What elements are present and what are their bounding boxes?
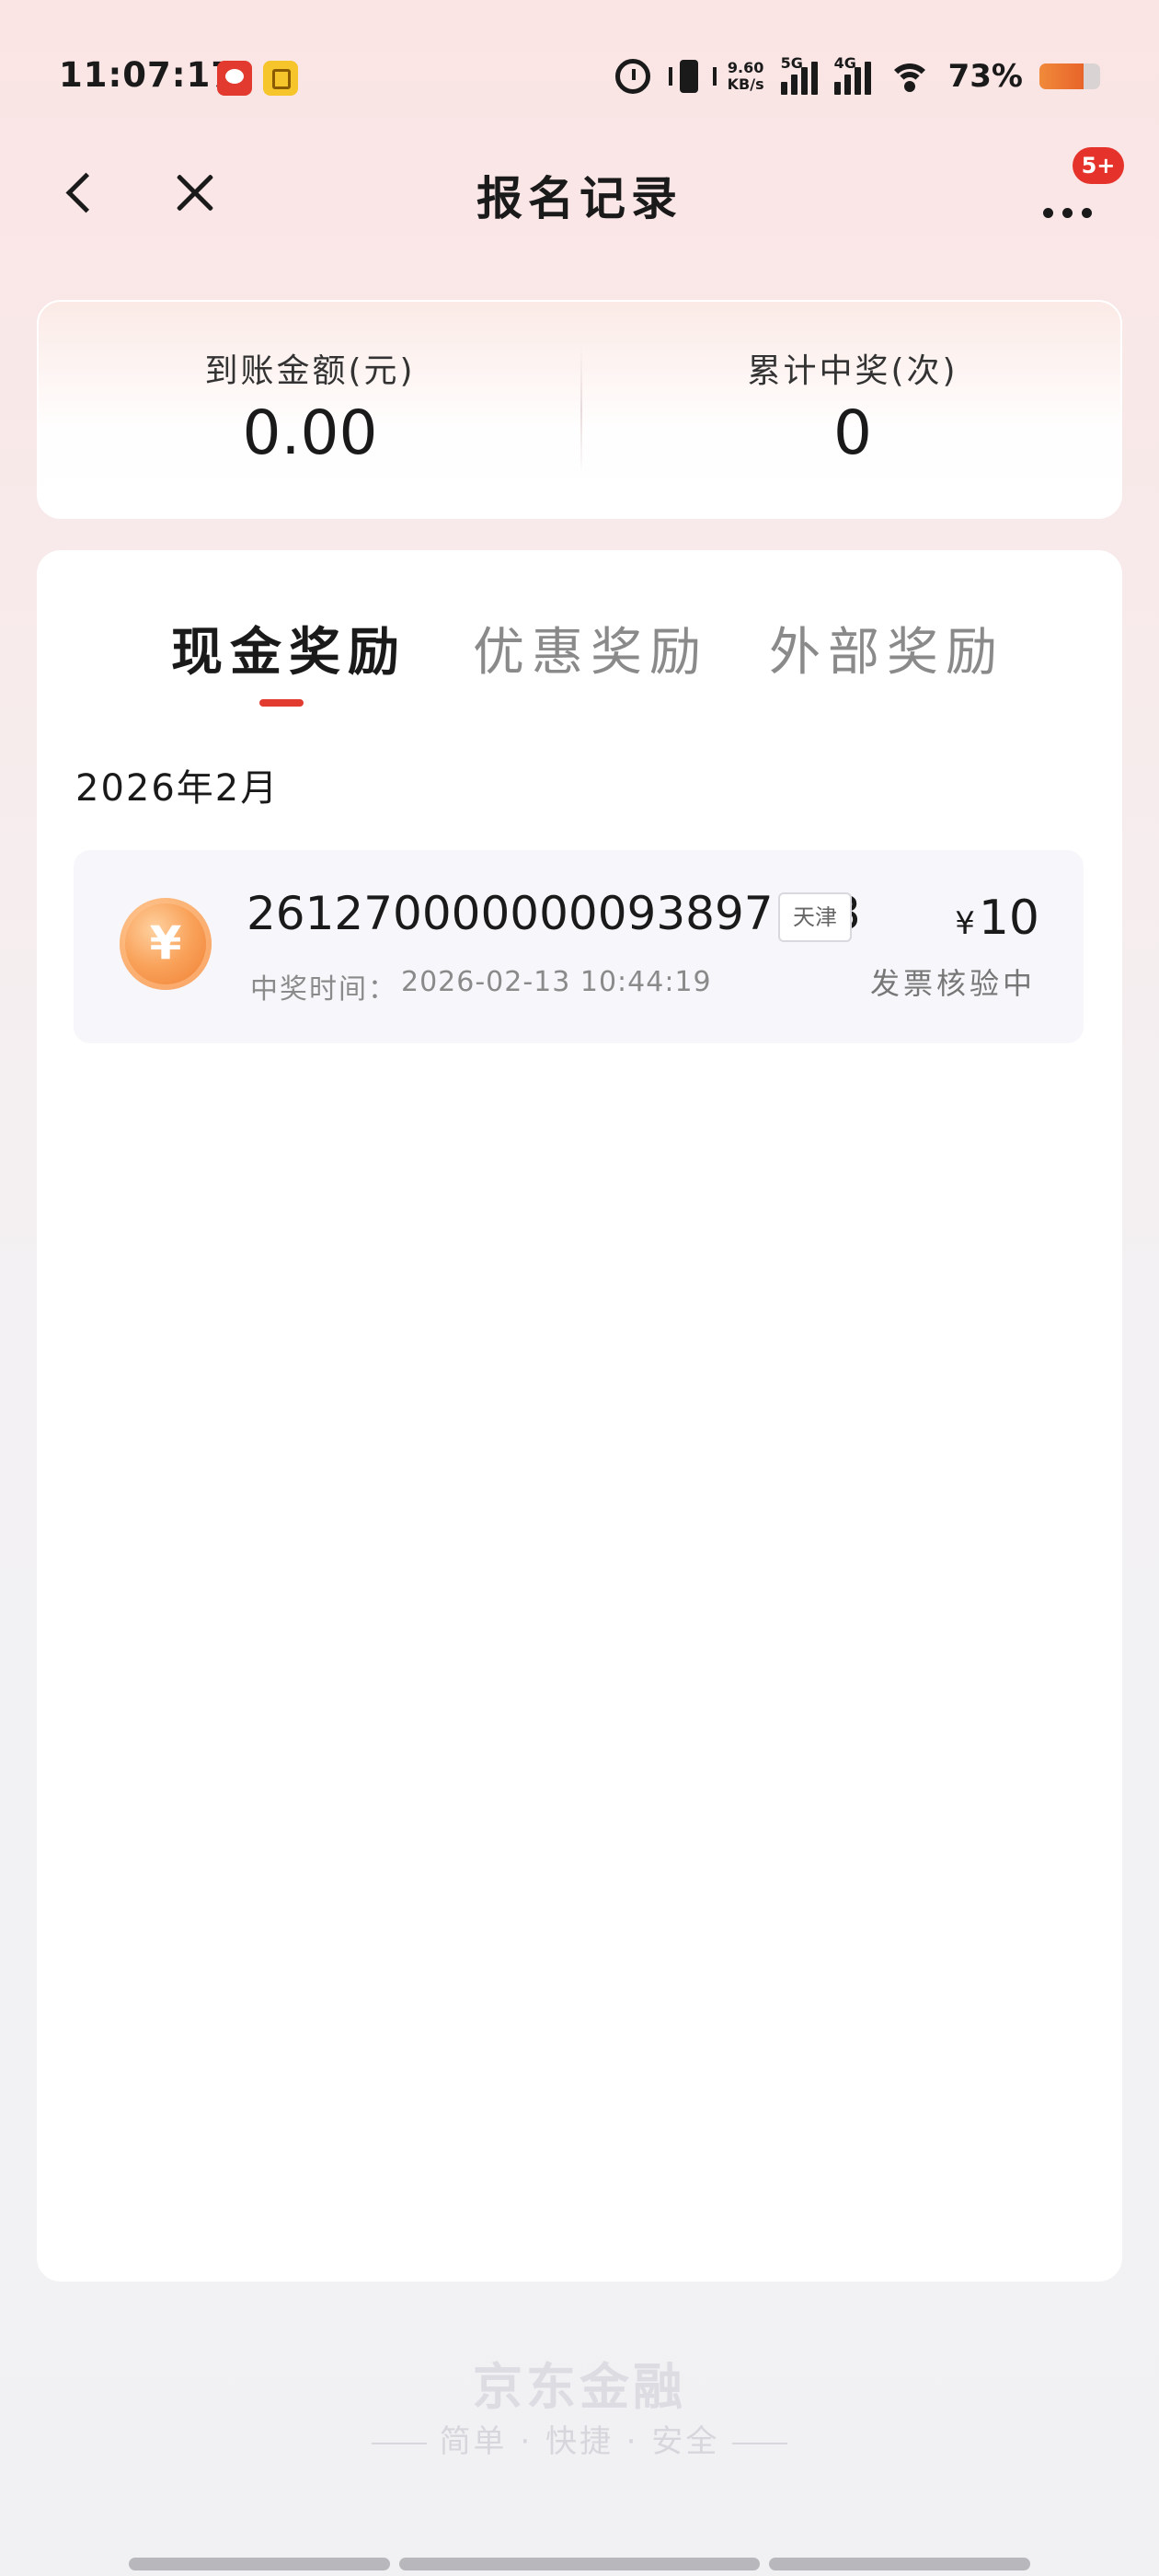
- amount-summary: 到账金额(元) 0.00: [39, 302, 581, 521]
- tab-coupon-rewards[interactable]: 优惠奖励: [473, 611, 708, 685]
- network-speed-value: 9.60: [727, 59, 764, 76]
- signal-5g-icon: 5G: [780, 54, 818, 95]
- wins-label: 累计中奖(次): [747, 352, 958, 390]
- clipboard-notification-icon: [263, 61, 298, 96]
- region-tag: 天津: [778, 892, 852, 942]
- summary-card: 到账金额(元) 0.00 累计中奖(次) 0: [37, 300, 1122, 519]
- page-title: 报名记录: [476, 172, 683, 225]
- alarm-icon: [614, 59, 650, 94]
- slogan-left-arrow-icon: [371, 2442, 427, 2444]
- coin-symbol: ¥: [149, 916, 182, 970]
- signal-5g-label: 5G: [780, 54, 803, 72]
- slogan-text: 简单 · 快捷 · 安全: [439, 2423, 720, 2460]
- system-nav-segment-left[interactable]: [129, 2558, 390, 2570]
- signal-4g-label: 4G: [833, 54, 856, 72]
- amount-number: 10: [978, 891, 1039, 946]
- wins-value: 0: [833, 397, 872, 468]
- coin-icon: ¥: [120, 898, 212, 990]
- amount-value: 0.00: [242, 397, 378, 468]
- wins-summary: 累计中奖(次) 0: [581, 302, 1124, 521]
- currency-symbol: ¥: [955, 905, 975, 942]
- notification-badge: 5+: [1073, 147, 1124, 184]
- month-header: 2026年2月: [75, 767, 280, 810]
- network-speed: 9.60 KB/s: [728, 60, 764, 93]
- brand-logo-text: 京东金融: [473, 2358, 686, 2416]
- record-status: 发票核验中: [869, 966, 1036, 1001]
- list-item[interactable]: ¥ 261270000000093897173 天津 中奖时间： 2026-02…: [74, 850, 1084, 1043]
- status-bar: 11:07:17 9.60 KB/s 5G 4G 73%: [0, 0, 1159, 156]
- brand-slogan: 简单 · 快捷 · 安全: [0, 2416, 1159, 2461]
- system-nav-segment-center[interactable]: [399, 2558, 760, 2570]
- reward-tabs: 现金奖励 优惠奖励 外部奖励: [37, 611, 1122, 721]
- amount-label: 到账金额(元): [204, 352, 416, 390]
- battery-icon: [1039, 63, 1100, 89]
- vibrate-icon: [667, 58, 717, 95]
- record-id: 261270000000093897173: [247, 887, 862, 940]
- signal-4g-icon: 4G: [833, 54, 871, 95]
- network-speed-unit: KB/s: [727, 75, 764, 93]
- navigation-bar: 报名记录 5+: [0, 147, 1159, 239]
- slogan-right-arrow-icon: [732, 2442, 788, 2444]
- tab-cash-rewards[interactable]: 现金奖励: [171, 611, 407, 685]
- system-nav-segment-right[interactable]: [769, 2558, 1030, 2570]
- app-notification-icon: [217, 61, 252, 96]
- records-card: 现金奖励 优惠奖励 外部奖励 2026年2月 ¥ 261270000000093…: [37, 550, 1122, 2282]
- wifi-icon: [887, 58, 932, 95]
- battery-fill: [1039, 63, 1084, 89]
- tab-external-rewards[interactable]: 外部奖励: [769, 611, 1004, 685]
- win-time-label: 中奖时间：: [250, 973, 397, 1006]
- win-time-value: 2026-02-13 10:44:19: [401, 966, 712, 998]
- status-time: 11:07:17: [59, 55, 236, 95]
- battery-percent: 73%: [947, 58, 1023, 95]
- status-indicators: 9.60 KB/s 5G 4G 73%: [614, 54, 1100, 96]
- reward-amount: ¥10: [955, 891, 1039, 946]
- active-tab-indicator: [259, 699, 304, 707]
